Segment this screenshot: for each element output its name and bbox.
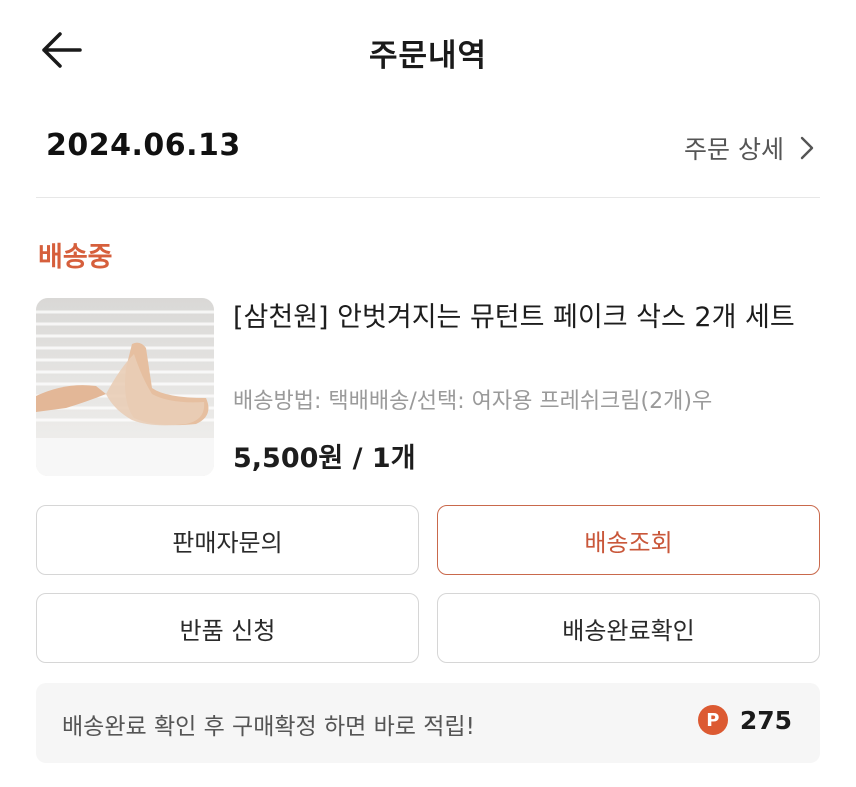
point-icon: P xyxy=(697,705,728,735)
return-request-button[interactable]: 반품 신청 xyxy=(36,593,419,663)
product-name[interactable]: [삼천원] 안벗겨지는 뮤턴트 페이크 삭스 2개 세트 xyxy=(233,298,823,338)
point-reward-value: P 275 xyxy=(697,705,792,735)
seller-inquiry-button[interactable]: 판매자문의 xyxy=(36,505,419,575)
product-thumbnail[interactable] xyxy=(36,298,214,476)
order-detail-label: 주문 상세 xyxy=(684,135,784,164)
point-reward-banner: 배송완료 확인 후 구매확정 하면 바로 적립! P 275 xyxy=(36,683,820,763)
confirm-delivery-button[interactable]: 배송완료확인 xyxy=(437,593,820,663)
page-title: 주문내역 xyxy=(368,38,488,74)
chevron-right-icon xyxy=(800,136,814,160)
order-date-row: 2024.06.13 주문 상세 xyxy=(36,120,820,176)
point-amount: 275 xyxy=(739,705,792,735)
product-price: 5,500원 / 1개 xyxy=(233,443,416,474)
order-date: 2024.06.13 xyxy=(46,128,241,163)
point-reward-message: 배송완료 확인 후 구매확정 하면 바로 적립! xyxy=(62,714,475,740)
product-image xyxy=(36,298,214,476)
header: 주문내역 xyxy=(0,0,856,100)
order-detail-link[interactable]: 주문 상세 xyxy=(684,130,814,166)
order-history-screen: 주문내역 2024.06.13 주문 상세 배송중 [삼천원] 안벗겨지는 뮤턴… xyxy=(0,0,856,787)
product-option: 배송방법: 택배배송/선택: 여자용 프레쉬크림(2개)우 xyxy=(233,389,713,414)
divider xyxy=(36,197,820,198)
track-delivery-button[interactable]: 배송조회 xyxy=(437,505,820,575)
delivery-status: 배송중 xyxy=(38,242,113,273)
